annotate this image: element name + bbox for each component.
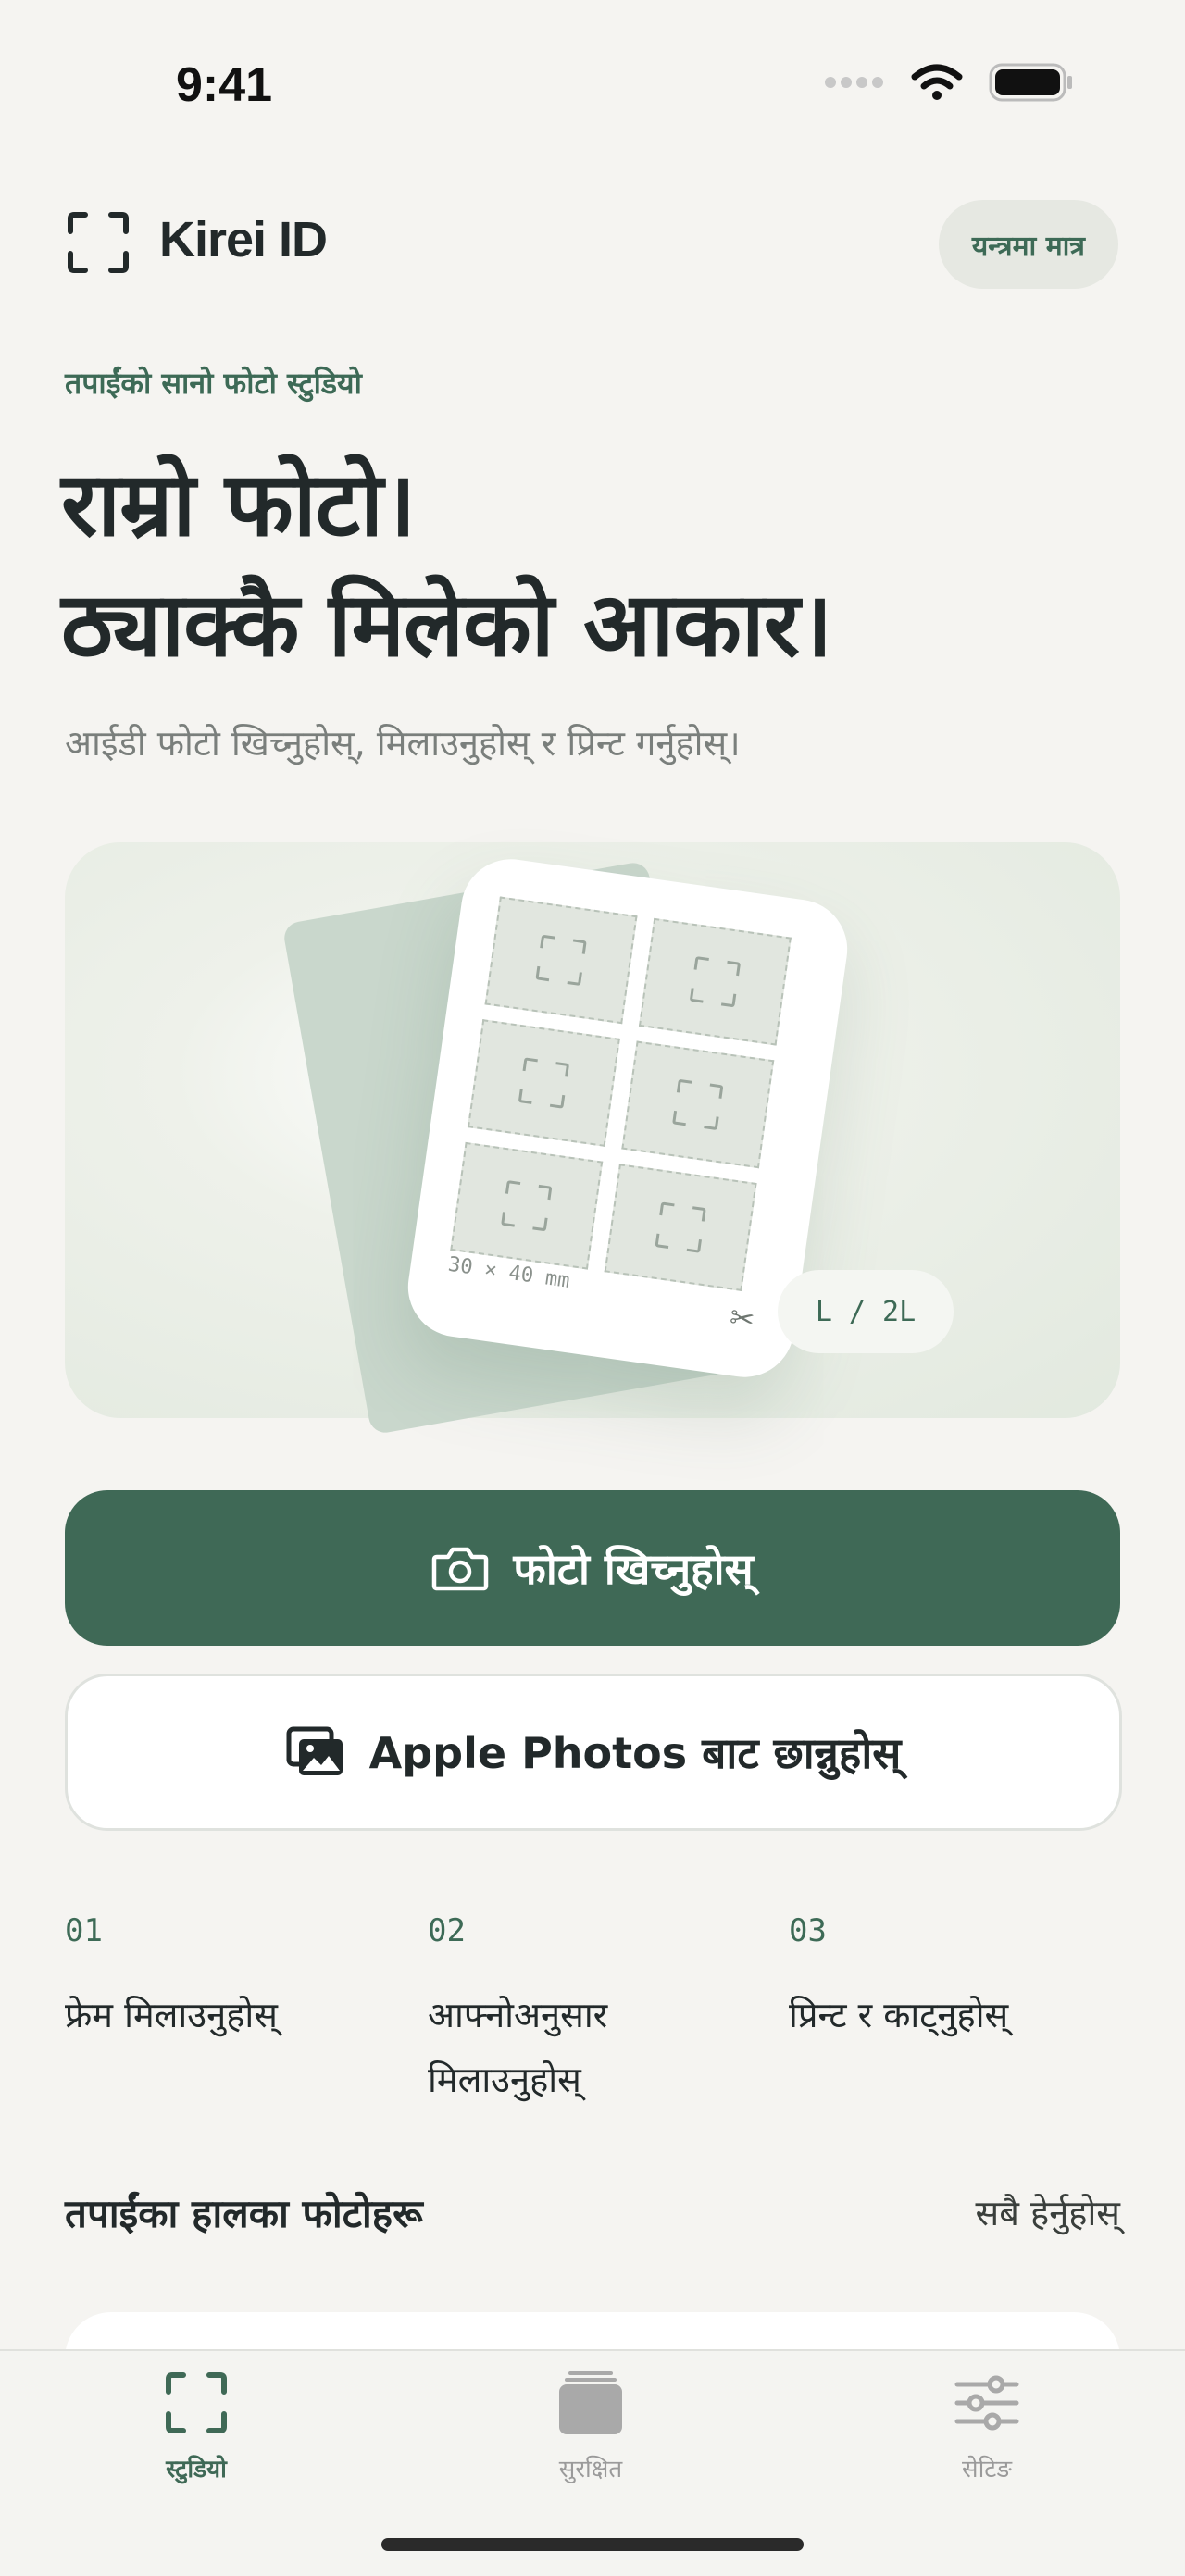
sliders-icon [954,2375,1019,2431]
frame-icon [535,935,587,986]
tab-saved[interactable]: सुरक्षित [489,2368,692,2484]
step-number: 01 [65,1912,103,1949]
photo-slot [621,1040,775,1169]
tab-label: सुरक्षित [558,2456,623,2483]
scissors-icon: ✂ [727,1299,757,1338]
frame-logo-icon [68,212,129,273]
status-indicators [824,63,1074,102]
choose-from-photos-button[interactable]: Apple Photos बाट छान्नुहोस् [65,1674,1122,1831]
step-label: प्रिन्ट र काट्नुहोस् [789,1995,1009,2035]
battery-icon [989,63,1072,102]
frame-icon [672,1079,723,1130]
step-number: 02 [428,1912,466,1949]
step-item: 03 प्रिन्ट र काट्नुहोस् [789,1912,1122,2047]
tab-label: स्टुडियो [166,2456,227,2483]
signal-icon [825,77,883,88]
photo-library-icon [286,1726,343,1775]
take-photo-button[interactable]: फोटो खिच्नुहोस् [65,1490,1120,1646]
recent-photos-title: तपाईंका हालका फोटोहरू [65,2191,423,2236]
frame-icon [501,1180,552,1231]
eyebrow-text: तपाईंको सानो फोटो स्टुडियो [65,366,362,401]
photo-grid [450,896,792,1291]
tab-settings[interactable]: सेटिङ [885,2368,1089,2484]
stack-icon [559,2371,622,2434]
headline-line-1: राम्रो फोटो। [61,453,416,556]
choose-from-photos-label: Apple Photos बाट छान्नुहोस् [368,1728,902,1778]
page-subtitle: आईडी फोटो खिच्नुहोस्, मिलाउनुहोस् र प्रि… [65,723,741,764]
step-label: फ्रेम मिलाउनुहोस् [65,1995,278,2035]
photo-slot [450,1141,604,1270]
photo-slot [467,1019,620,1147]
step-item: 01 फ्रेम मिलाउनुहोस् [65,1912,398,2047]
app-name: Kirei ID [159,212,328,268]
tab-studio[interactable]: स्टुडियो [94,2368,298,2484]
frame-icon [518,1057,569,1109]
tab-label: सेटिङ [962,2456,1012,2483]
paper-size-badge: L / 2L [778,1270,954,1353]
device-only-badge[interactable]: यन्त्रमा मात्र [938,200,1118,289]
step-number: 03 [789,1912,827,1949]
frame-icon [655,1201,706,1253]
wifi-icon [911,64,963,100]
photo-slot [638,917,792,1046]
page-headline: राम्रो फोटो। ठ्याक्कै मिलेको आकार। [61,444,832,685]
frame-icon [166,2372,227,2433]
photo-slot [604,1164,757,1291]
take-photo-label: फोटो खिच्नुहोस् [513,1544,754,1594]
frame-icon [690,956,741,1007]
headline-line-2: ठ्याक्कै मिलेको आकार। [61,573,832,677]
camera-icon [432,1547,489,1591]
step-item: 02 आफ्नोअनुसार मिलाउनुहोस् [428,1912,761,2112]
status-time: 9:41 [176,58,273,112]
see-all-link[interactable]: सबै हेर्नुहोस् [976,2188,1120,2236]
photo-slot [484,896,638,1025]
home-indicator[interactable] [381,2538,804,2551]
step-label: आफ्नोअनुसार मिलाउनुहोस् [428,1995,608,2100]
